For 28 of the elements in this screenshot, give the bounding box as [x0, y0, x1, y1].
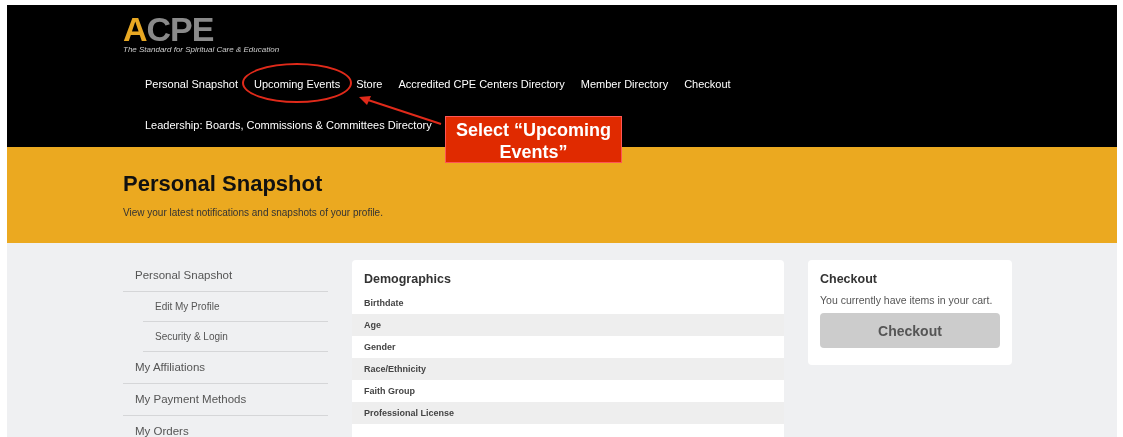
card-title: Checkout — [820, 272, 878, 286]
card-title: Demographics — [364, 272, 452, 286]
field-label: Professional License — [352, 402, 784, 424]
field-label: Age — [352, 314, 784, 336]
sidebar-subitem[interactable]: Security & Login — [143, 322, 328, 352]
checkout-button[interactable]: Checkout — [820, 313, 1000, 348]
field-label: Gender — [363, 341, 397, 354]
sidebar-item[interactable]: My Payment Methods — [123, 384, 328, 416]
sidebar-item[interactable]: My Orders — [123, 416, 328, 437]
nav-link[interactable]: Upcoming Events — [245, 77, 349, 91]
field-label: Birthdate — [363, 297, 405, 310]
nav-link[interactable]: Checkout — [676, 77, 739, 91]
sidebar-item[interactable]: My Affiliations — [123, 352, 328, 384]
callout-label: Select “Upcoming Events” — [445, 116, 622, 163]
nav-link[interactable]: Personal Snapshot — [137, 77, 246, 91]
nav-link[interactable]: Member Directory — [572, 77, 677, 91]
field-label: Race/Ethnicity — [352, 358, 784, 380]
page-title: Personal Snapshot — [123, 171, 324, 197]
logo[interactable]: ACPE — [123, 13, 280, 45]
nav-link[interactable]: Store — [348, 77, 391, 91]
nav-link[interactable]: Accredited CPE Centers Directory — [390, 77, 573, 91]
field-label: Faith Group — [363, 385, 416, 398]
sidebar-subitem[interactable]: Edit My Profile — [143, 292, 328, 322]
nav-link[interactable]: Leadership: Boards, Commissions & Committees Directory — [137, 118, 440, 132]
page-subtitle: View your latest notifications and snapshots of your profile. — [123, 207, 384, 218]
sidebar-item[interactable]: Personal Snapshot — [123, 260, 328, 292]
logo-tagline: The Standard for Spiritual Care & Education — [123, 45, 280, 54]
cart-message: You currently have items in your cart. — [820, 294, 994, 306]
